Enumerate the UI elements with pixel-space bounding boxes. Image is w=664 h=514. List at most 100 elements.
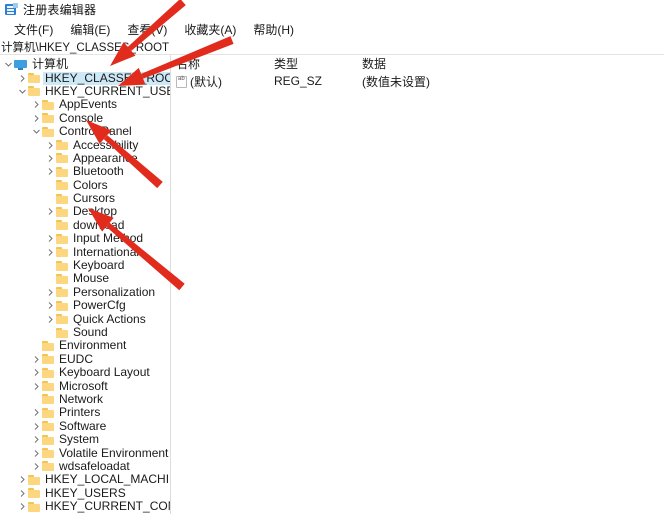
tree-item-international[interactable]: International [0,245,170,258]
tree-item-network[interactable]: Network [0,393,170,406]
menu-file[interactable]: 文件(F) [6,19,62,40]
chevron-right-icon[interactable] [31,381,42,392]
table-row[interactable]: (默认)REG_SZ(数值未设置) [171,73,664,89]
tree-item-appevents[interactable]: AppEvents [0,98,170,111]
tree-item-accessibility[interactable]: Accessibility [0,138,170,151]
tree-item-system[interactable]: System [0,433,170,446]
chevron-right-icon[interactable] [45,140,56,151]
values-list-pane[interactable]: 名称 类型 数据 (默认)REG_SZ(数值未设置) [171,55,664,514]
tree-item-appearance[interactable]: Appearance [0,152,170,165]
address-bar[interactable]: 计算机\HKEY_CLASSES_ROOT [0,39,664,54]
tree-item-wdsafeloadat[interactable]: wdsafeloadat [0,460,170,473]
chevron-right-icon[interactable] [45,206,56,217]
tree-item-printers[interactable]: Printers [0,406,170,419]
tree-item-label: HKEY_USERS [43,487,128,500]
tree-item-personalization[interactable]: Personalization [0,286,170,299]
chevron-right-icon[interactable] [31,367,42,378]
chevron-down-icon[interactable] [3,59,14,70]
chevron-right-icon[interactable] [45,287,56,298]
tree-item-hkey-classes-root[interactable]: HKEY_CLASSES_ROOT [0,71,170,84]
tree-item-colors[interactable]: Colors [0,179,170,192]
column-header-name[interactable]: 名称 [176,55,274,72]
chevron-right-icon[interactable] [17,501,28,512]
registry-editor-window: 注册表编辑器 文件(F)编辑(E)查看(V)收藏夹(A)帮助(H) 计算机\HK… [0,0,664,514]
chevron-right-icon[interactable] [31,434,42,445]
menu-bar: 文件(F)编辑(E)查看(V)收藏夹(A)帮助(H) [0,19,664,39]
chevron-down-icon[interactable] [31,126,42,137]
chevron-right-icon[interactable] [45,314,56,325]
folder-icon [42,448,54,458]
chevron-right-icon[interactable] [17,474,28,485]
column-header-type[interactable]: 类型 [274,55,362,72]
tree-item-label: PowerCfg [71,299,128,312]
chevron-right-icon[interactable] [45,247,56,258]
tree-item-powercfg[interactable]: PowerCfg [0,299,170,312]
value-name-cell[interactable]: (默认) [176,73,274,90]
tree-item-hkey-current-user[interactable]: HKEY_CURRENT_USER [0,85,170,98]
tree-item-hkey-users[interactable]: HKEY_USERS [0,487,170,500]
tree-item-label: Colors [71,179,110,192]
tree-item-hkey-current-config[interactable]: HKEY_CURRENT_CONFIG [0,500,170,513]
chevron-right-icon[interactable] [17,488,28,499]
chevron-right-icon[interactable] [31,354,42,365]
tree-item-label: HKEY_LOCAL_MACHINE [43,473,171,486]
tree-item-console[interactable]: Console [0,112,170,125]
tree-item-quick-actions[interactable]: Quick Actions [0,312,170,325]
chevron-right-icon[interactable] [45,166,56,177]
chevron-right-icon[interactable] [31,407,42,418]
chevron-right-icon[interactable] [31,113,42,124]
chevron-right-icon[interactable] [31,448,42,459]
folder-icon [28,475,40,485]
tree-item-environment[interactable]: Environment [0,339,170,352]
menu-view[interactable]: 查看(V) [119,19,176,40]
folder-icon [56,328,68,338]
menu-help[interactable]: 帮助(H) [245,19,303,40]
expander-spacer [45,273,56,284]
tree-item-keyboard[interactable]: Keyboard [0,259,170,272]
tree-item-mouse[interactable]: Mouse [0,272,170,285]
chevron-right-icon[interactable] [17,73,28,84]
folder-icon [56,180,68,190]
tree-item-software[interactable]: Software [0,420,170,433]
tree-item-volatile-environment[interactable]: Volatile Environment [0,446,170,459]
tree-item-label: Environment [57,339,128,352]
tree-item-download[interactable]: download [0,219,170,232]
address-path[interactable]: 计算机\HKEY_CLASSES_ROOT [1,39,169,55]
tree-item-bluetooth[interactable]: Bluetooth [0,165,170,178]
title-bar: 注册表编辑器 [0,0,664,19]
chevron-right-icon[interactable] [45,153,56,164]
chevron-right-icon[interactable] [31,461,42,472]
folder-icon [56,153,68,163]
window-title: 注册表编辑器 [23,1,96,18]
registry-tree-pane[interactable]: 计算机HKEY_CLASSES_ROOTHKEY_CURRENT_USERApp… [0,55,171,514]
values-list[interactable]: (默认)REG_SZ(数值未设置) [171,73,664,89]
chevron-right-icon[interactable] [45,300,56,311]
chevron-down-icon[interactable] [17,86,28,97]
tree-item-eudc[interactable]: EUDC [0,353,170,366]
tree-item-label: Printers [57,406,102,419]
tree-item-label: Cursors [71,192,117,205]
column-header-data[interactable]: 数据 [362,55,664,72]
tree-item-label: Software [57,420,108,433]
tree-item-desktop[interactable]: Desktop [0,205,170,218]
tree-item-label: Network [57,393,105,406]
chevron-right-icon[interactable] [31,421,42,432]
tree-item-keyboard-layout[interactable]: Keyboard Layout [0,366,170,379]
value-type-cell[interactable]: REG_SZ [274,74,362,88]
tree-item-sound[interactable]: Sound [0,326,170,339]
tree-item-label: Volatile Environment [57,447,170,460]
tree-item--[interactable]: 计算机 [0,58,170,71]
chevron-right-icon[interactable] [45,233,56,244]
tree-item-cursors[interactable]: Cursors [0,192,170,205]
tree-item-hkey-local-machine[interactable]: HKEY_LOCAL_MACHINE [0,473,170,486]
values-column-header[interactable]: 名称 类型 数据 [171,55,664,73]
tree-item-input-method[interactable]: Input Method [0,232,170,245]
tree-item-control-panel[interactable]: Control Panel [0,125,170,138]
registry-tree[interactable]: 计算机HKEY_CLASSES_ROOTHKEY_CURRENT_USERApp… [0,55,170,513]
menu-edit[interactable]: 编辑(E) [62,19,119,40]
value-data-cell[interactable]: (数值未设置) [362,73,664,90]
tree-item-microsoft[interactable]: Microsoft [0,379,170,392]
chevron-right-icon[interactable] [31,99,42,110]
menu-favorites[interactable]: 收藏夹(A) [176,19,245,40]
folder-icon [56,140,68,150]
